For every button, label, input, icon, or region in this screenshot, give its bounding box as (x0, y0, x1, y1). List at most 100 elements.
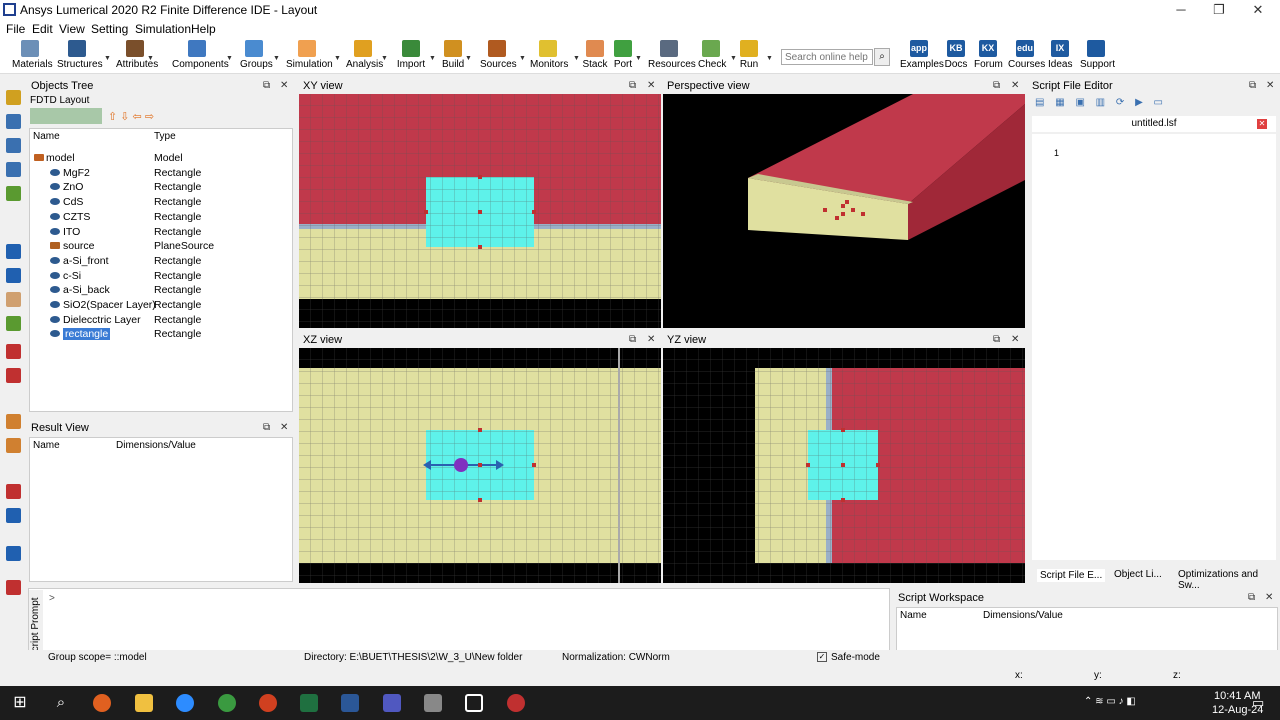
tree-row[interactable]: rectangle Rectangle (30, 327, 292, 342)
toolbar-check-button[interactable]: Check (698, 40, 726, 72)
teams-icon[interactable] (383, 694, 401, 712)
table-icon[interactable] (6, 414, 21, 429)
windows-start-icon[interactable]: ⊞ (11, 694, 29, 712)
persp-handle[interactable] (841, 204, 845, 208)
file-explorer-icon[interactable] (135, 694, 153, 712)
dropdown-arrow-icon[interactable]: ▼ (334, 55, 341, 62)
menu-file[interactable]: File (6, 22, 25, 36)
toolbar-examples-button[interactable]: app Examples (900, 40, 944, 72)
calculator-icon[interactable] (6, 438, 21, 453)
script-text-area[interactable]: 1 (1032, 134, 1276, 560)
tree-row[interactable]: a-Si_back Rectangle (30, 283, 292, 298)
persp-handle[interactable] (861, 212, 865, 216)
close-panel-icon[interactable]: ✕ (280, 78, 288, 94)
word-icon[interactable] (341, 694, 359, 712)
tree-row[interactable]: source PlaneSource (30, 239, 292, 254)
float-panel-icon[interactable]: ⧉ (1248, 590, 1255, 606)
close-panel-icon[interactable]: ✕ (647, 332, 655, 348)
shape-icon[interactable] (6, 138, 21, 153)
dropdown-arrow-icon[interactable]: ▼ (573, 55, 580, 62)
yz-handle[interactable] (876, 463, 880, 467)
yz-handle[interactable] (806, 463, 810, 467)
float-panel-icon[interactable]: ⧉ (263, 78, 270, 94)
array-icon[interactable] (6, 162, 21, 177)
tree-row[interactable]: ITO Rectangle (30, 225, 292, 240)
firefox-icon[interactable] (93, 694, 111, 712)
dropdown-arrow-icon[interactable]: ▼ (226, 55, 233, 62)
view-y-icon[interactable] (6, 508, 21, 523)
zoom-icon[interactable] (176, 694, 194, 712)
minimize-button[interactable]: ─ (1161, 0, 1201, 20)
xy-handle[interactable] (478, 210, 482, 214)
toolbar-materials-button[interactable]: Materials (12, 40, 53, 72)
yz-view[interactable]: YZ view ⧉ ✕ (663, 332, 1025, 583)
menu-edit[interactable]: Edit (32, 22, 53, 36)
safe-mode-checkbox[interactable]: ✓ (817, 652, 827, 662)
dropdown-arrow-icon[interactable]: ▼ (635, 55, 642, 62)
view-z2-icon[interactable] (6, 580, 21, 595)
view-z-icon[interactable] (6, 546, 21, 561)
recorder-icon[interactable] (507, 694, 525, 712)
search-icon[interactable]: ⌕ (52, 694, 70, 712)
xz-handle[interactable] (532, 463, 536, 467)
xy-handle[interactable] (478, 245, 482, 249)
app-icon[interactable] (424, 694, 442, 712)
yz-handle[interactable] (841, 463, 845, 467)
toolbar-sources-button[interactable]: Sources (480, 40, 517, 72)
close-panel-icon[interactable]: ✕ (1011, 78, 1019, 94)
powerpoint-icon[interactable] (259, 694, 277, 712)
trash-icon[interactable] (6, 186, 21, 201)
persp-handle[interactable] (823, 208, 827, 212)
notification-icon[interactable]: ▭ (1252, 695, 1264, 711)
maximize-button[interactable]: ❐ (1199, 0, 1239, 20)
script-file-tab[interactable]: untitled.lsf ✕ (1032, 116, 1276, 132)
toolbar-simulation-button[interactable]: Simulation (286, 40, 333, 72)
dropdown-arrow-icon[interactable]: ▼ (273, 55, 280, 62)
float-panel-icon[interactable]: ⧉ (993, 78, 1000, 94)
tab-object-library[interactable]: Object Li... (1114, 569, 1162, 580)
dropdown-arrow-icon[interactable]: ▼ (465, 55, 472, 62)
tree-row[interactable]: MgF2 Rectangle (30, 166, 292, 181)
dropdown-arrow-icon[interactable]: ▼ (429, 55, 436, 62)
xz-handle[interactable] (478, 428, 482, 432)
excel-icon[interactable] (300, 694, 318, 712)
tab-script-file-editor[interactable]: Script File E... (1037, 569, 1106, 582)
xz-view[interactable]: XZ view ⧉ ✕ (299, 332, 661, 583)
persp-handle[interactable] (845, 200, 849, 204)
zoom-extent-icon[interactable] (6, 344, 21, 359)
tree-row[interactable]: a-Si_front Rectangle (30, 254, 292, 269)
ruler-icon[interactable] (6, 316, 21, 331)
dropdown-arrow-icon[interactable]: ▼ (104, 55, 111, 62)
chrome-icon[interactable] (218, 694, 236, 712)
xz-handle[interactable] (478, 498, 482, 502)
grid-icon[interactable] (6, 368, 21, 383)
menu-view[interactable]: View (59, 22, 85, 36)
source-marker[interactable] (454, 458, 468, 472)
toolbar-docs-button[interactable]: KB Docs (944, 40, 968, 72)
tree-row[interactable]: ZnO Rectangle (30, 180, 292, 195)
close-panel-icon[interactable]: ✕ (1011, 332, 1019, 348)
zoom-icon[interactable] (6, 268, 21, 283)
tree-row[interactable]: SiO2(Spacer Layer) Rectangle (30, 298, 292, 313)
persp-handle[interactable] (851, 208, 855, 212)
toolbar-support-button[interactable]: Support (1080, 40, 1115, 72)
col-type-header[interactable]: Type (154, 131, 176, 142)
toolbar-stack-button[interactable]: Stack (582, 40, 608, 72)
toolbar-groups-button[interactable]: Groups (240, 40, 273, 72)
toolbar-import-button[interactable]: Import (396, 40, 426, 72)
close-panel-icon[interactable]: ✕ (1265, 590, 1273, 606)
toolbar-structures-button[interactable]: Structures (57, 40, 103, 72)
search-icon[interactable]: ⌕ (874, 48, 890, 66)
script-editor-toolbar[interactable]: ▤ ▦ ▣ ▥ ⟳ ▶ ▭ (1035, 97, 1225, 111)
dropdown-arrow-icon[interactable]: ▼ (730, 55, 737, 62)
toolbar-build-button[interactable]: Build (442, 40, 464, 72)
xy-handle[interactable] (478, 175, 482, 179)
toolbar-components-button[interactable]: Components (172, 40, 229, 72)
select-icon[interactable] (6, 244, 21, 259)
close-panel-icon[interactable]: ✕ (1266, 78, 1274, 94)
pencil-icon[interactable] (6, 90, 21, 105)
dropdown-arrow-icon[interactable]: ▼ (147, 55, 154, 62)
toolbar-courses-button[interactable]: edu Courses (1008, 40, 1045, 72)
tree-row[interactable]: model Model (30, 151, 292, 166)
persp-handle[interactable] (841, 212, 845, 216)
